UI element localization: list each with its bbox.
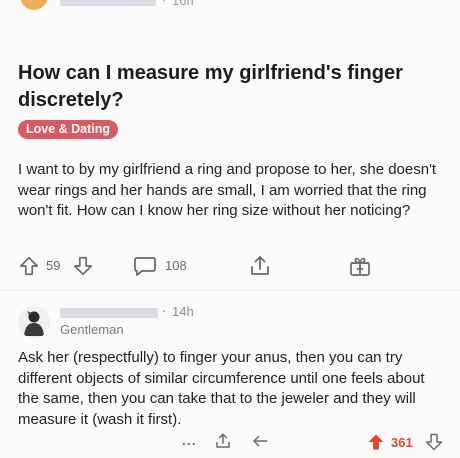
share-icon: [216, 433, 230, 448]
commenter-avatar[interactable]: [18, 306, 50, 338]
post-flair[interactable]: Love & Dating: [18, 120, 119, 139]
more-options-button[interactable]: ...: [182, 432, 197, 448]
post-timestamp: 16h: [172, 0, 194, 8]
user-flair: Gentleman: [60, 322, 124, 337]
separator-dot: ·: [162, 0, 166, 7]
comment-action-bar: ... 361: [0, 430, 460, 454]
post-body: I want to by my girlfriend a ring and pr…: [18, 161, 437, 219]
reply-button[interactable]: [250, 432, 270, 455]
community-avatar[interactable]: [20, 0, 48, 10]
comment-count: 108: [165, 258, 187, 273]
arrow-down-outline-icon: [73, 256, 93, 276]
previous-post-header: · 16h: [0, 0, 460, 14]
separator-dot: ·: [162, 303, 167, 318]
reply-arrow-icon: [253, 435, 268, 447]
comment-score: 361: [391, 435, 413, 450]
arrow-up-outline-icon: [19, 256, 39, 276]
downvote-button[interactable]: [72, 252, 94, 280]
speech-bubble-icon: [134, 257, 156, 276]
comment-timestamp: 14h: [172, 304, 194, 319]
divider: [0, 290, 460, 291]
comment-downvote-button[interactable]: [424, 432, 444, 457]
comment-share-button[interactable]: [214, 432, 232, 455]
post-action-bar: 59 108: [18, 252, 438, 280]
redacted-username: [60, 0, 156, 6]
upvote-button[interactable]: [18, 252, 40, 280]
share-button[interactable]: [248, 252, 272, 280]
gift-icon: [350, 257, 370, 276]
redacted-commenter-name: [60, 308, 158, 318]
comments-button[interactable]: [133, 252, 157, 280]
share-icon: [251, 256, 269, 275]
post-title[interactable]: How can I measure my girlfriend's finger…: [18, 60, 438, 114]
avatar-figure-icon: [24, 311, 44, 336]
arrow-down-outline-icon: [425, 433, 443, 451]
award-button[interactable]: [348, 252, 372, 280]
comment-upvote-button[interactable]: [366, 432, 386, 457]
post-score: 59: [46, 258, 61, 273]
comment-body: Ask her (respectfully) to finger your an…: [18, 349, 425, 428]
arrow-up-filled-icon: [368, 434, 384, 450]
